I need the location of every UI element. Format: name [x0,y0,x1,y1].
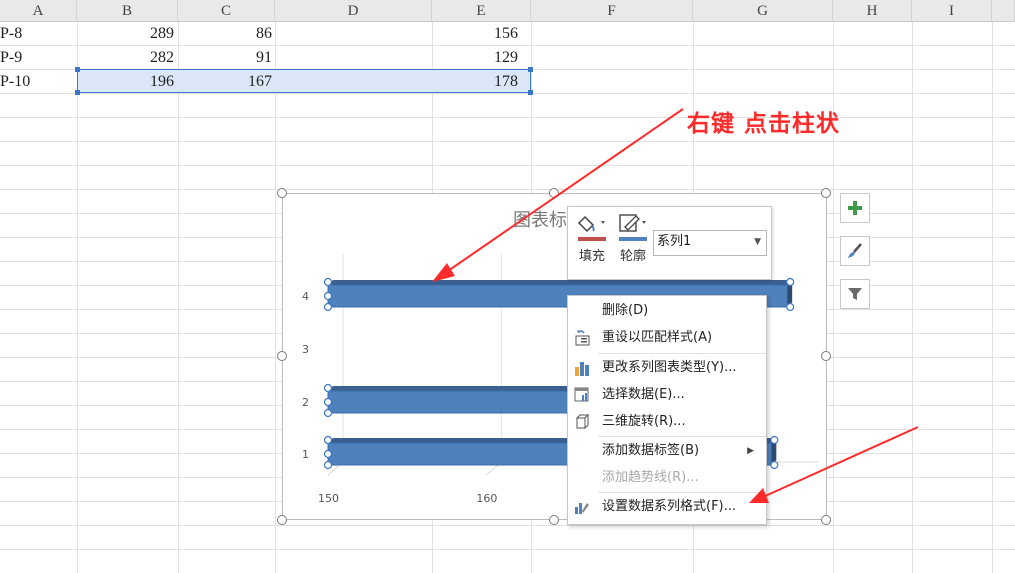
series-select[interactable]: 系列1 ▼ [653,230,767,256]
menu-item-change-chart-type[interactable]: 更改系列图表类型(Y)... [568,355,766,381]
menu-item-label: 添加数据标签(B) [602,443,700,458]
chart-resize-handle[interactable] [277,351,287,361]
outline-label: 轮廓 [619,249,646,264]
filter-icon [848,288,862,300]
menu-item-label: 重设以匹配样式(A) [602,330,713,345]
series-select-value: 系列1 [657,234,692,249]
bar-selection-handle[interactable] [323,291,333,301]
cell-a3[interactable]: P-10 [0,70,75,93]
column-header-a[interactable]: A [0,0,77,22]
menu-item-add-trendline: 添加趋势线(R)... [568,465,766,491]
chevron-down-icon: ▼ [754,237,761,247]
selection-handle[interactable] [528,90,533,95]
menu-item-format-data-series[interactable]: 设置数据系列格式(F)... [568,494,766,520]
cell-e1[interactable]: 156 [432,22,518,45]
menu-item-select-data[interactable]: 选择数据(E)... [568,382,766,408]
menu-item-label: 更改系列图表类型(Y)... [602,360,737,375]
bar[interactable] [327,390,598,414]
y-tick-label: 2 [302,396,309,409]
column-header-g[interactable]: G [693,0,833,22]
menu-item-label: 三维旋转(R)... [602,414,686,429]
bar-top[interactable] [328,280,793,285]
chart-resize-handle[interactable] [821,515,831,525]
column-header-h[interactable]: H [833,0,912,22]
change-chart-type-icon [575,362,589,376]
cell-b2[interactable]: 282 [77,46,174,69]
menu-item-3d-rotation[interactable]: 三维旋转(R)... [568,409,766,435]
chart-resize-handle[interactable] [549,188,559,198]
menu-item-label: 添加趋势线(R)... [602,470,699,485]
cell-a2[interactable]: P-9 [0,46,75,69]
format-series-icon [575,503,589,514]
bar-selection-handle[interactable] [786,302,795,312]
pencil-icon [616,211,650,235]
menu-item-label: 设置数据系列格式(F)... [602,499,737,514]
format-mini-toolbar[interactable]: 填充 轮廓 系列1 ▼ [567,206,772,280]
x-tick-label: 150 [318,492,339,505]
chart-elements-button[interactable] [840,193,870,223]
cell-a1[interactable]: P-8 [0,22,75,45]
fill-label: 填充 [578,249,605,264]
column-header-b[interactable]: B [77,0,178,22]
cell-b1[interactable]: 289 [77,22,174,45]
chart-resize-handle[interactable] [821,351,831,361]
bar-selection-handle[interactable] [323,435,333,445]
x-tick-label: 160 [476,492,497,505]
cell-e3[interactable]: 178 [432,70,518,93]
cell-b3[interactable]: 196 [77,70,174,93]
plus-icon [848,201,862,215]
column-header-f[interactable]: F [531,0,693,22]
selection-handle[interactable] [528,67,533,72]
reset-style-icon [575,330,590,346]
column-header-d[interactable]: D [275,0,432,22]
menu-item-label: 删除(D) [602,303,649,318]
context-menu[interactable]: 删除(D) 重设以匹配样式(A) 更改系列图表类型(Y)... 选择数据(E).… [567,295,767,525]
chart-resize-handle[interactable] [277,188,287,198]
bar-selection-handle[interactable] [323,277,333,287]
bar-selection-handle[interactable] [323,460,333,470]
menu-item-add-data-labels[interactable]: 添加数据标签(B) ▶ [568,438,766,464]
chart-resize-handle[interactable] [277,515,287,525]
bar-selection-handle[interactable] [323,449,333,459]
column-header-e[interactable]: E [432,0,531,22]
chart-resize-handle[interactable] [821,188,831,198]
brush-icon [848,243,862,258]
bar-selection-handle[interactable] [323,383,333,393]
column-header-c[interactable]: C [178,0,275,22]
annotation-text: 右键 点击柱状 [687,111,841,137]
chart-resize-handle[interactable] [549,515,559,525]
paint-bucket-icon [575,211,609,235]
y-tick-label: 4 [302,290,309,303]
submenu-arrow-icon: ▶ [747,446,754,456]
outline-button[interactable]: 轮廓 [616,211,650,264]
3d-rotate-icon [575,414,590,430]
cell-c2[interactable]: 91 [178,46,272,69]
chart-filter-button[interactable] [840,279,870,309]
cell-e2[interactable]: 129 [432,46,518,69]
menu-item-reset-style[interactable]: 重设以匹配样式(A) [568,325,766,351]
cell-c3[interactable]: 167 [178,70,272,93]
y-tick-label: 1 [302,448,309,461]
bar-selection-handle[interactable] [323,302,333,312]
bar-selection-handle[interactable] [323,408,333,418]
column-header-next[interactable] [992,0,1015,22]
y-tick-label: 3 [302,343,309,356]
menu-item-delete[interactable]: 删除(D) [568,298,766,324]
menu-item-label: 选择数据(E)... [602,387,685,402]
select-data-icon [574,387,589,402]
bar-selection-handle[interactable] [786,277,795,287]
fill-button[interactable]: 填充 [575,211,609,264]
bar-selection-handle[interactable] [323,397,333,407]
column-header-i[interactable]: I [912,0,992,22]
bar-selection-handle[interactable] [770,435,779,445]
bar-selection-handle[interactable] [770,460,779,470]
bar-top[interactable] [328,386,603,391]
chart-styles-button[interactable] [840,236,870,266]
cell-c1[interactable]: 86 [178,22,272,45]
